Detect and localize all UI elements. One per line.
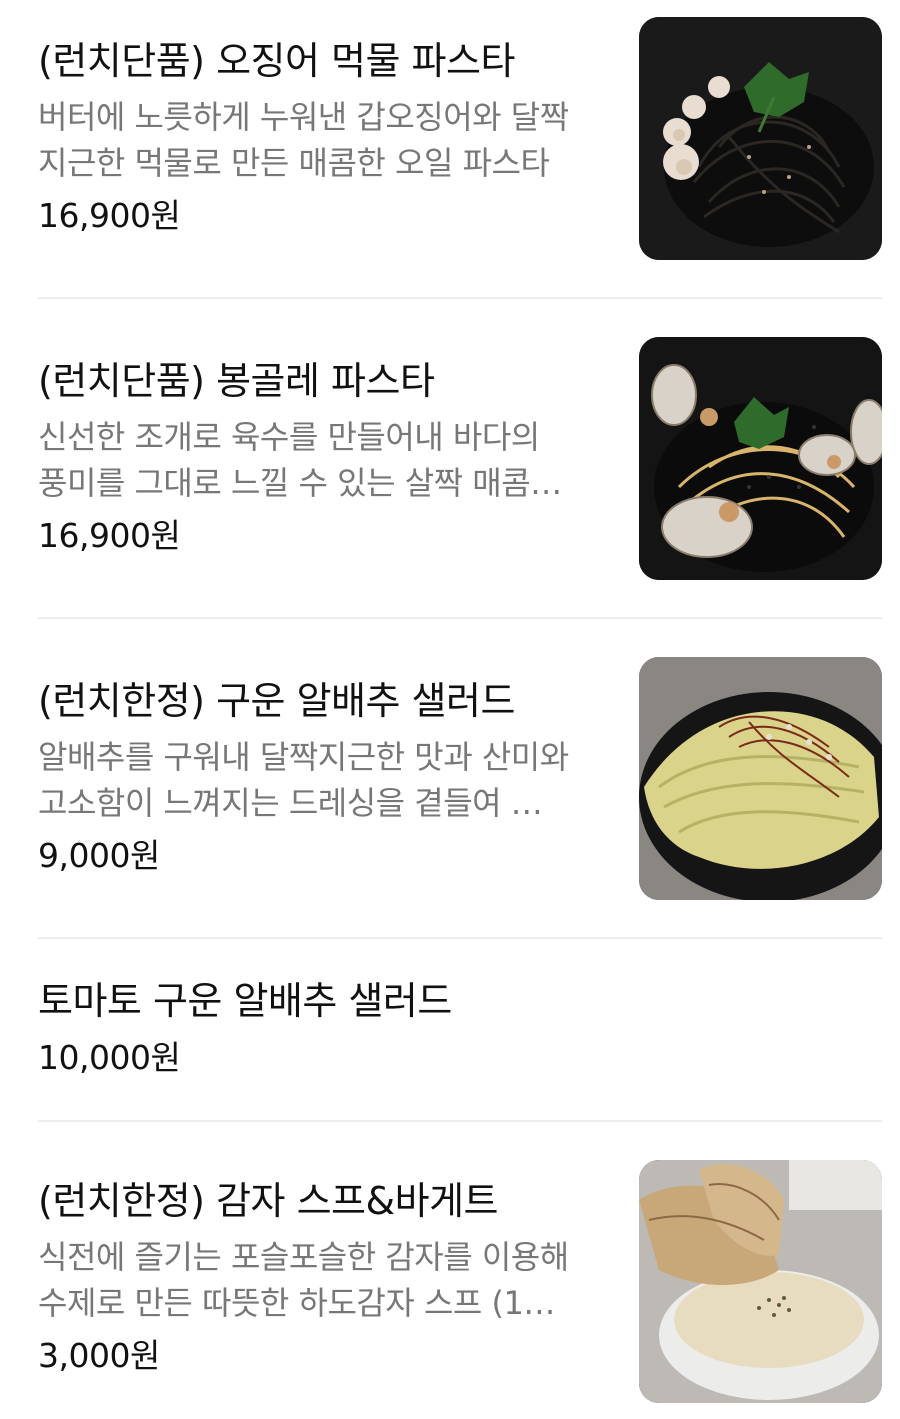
squid-ink-pasta-image [639,17,882,260]
menu-item-price: 10,000원 [38,1038,181,1077]
grilled-cabbage-salad-photo[interactable] [639,657,882,900]
menu-item-description-line: 식전에 즐기는 포슬포슬한 감자를 이용해 [38,1238,569,1276]
menu-item-name: (런치단품) 봉골레 파스타 [38,359,435,403]
menu-item-tomato-cabbage-salad[interactable]: 토마토 구운 알배추 샐러드 10,000원 [38,978,882,1088]
potato-soup-baguette-image [639,1160,882,1403]
menu-item-squid-ink-pasta[interactable]: (런치단품) 오징어 먹물 파스타 버터에 노릇하게 누워낸 갑오징어와 달짝 … [38,17,882,260]
menu-item-text: (런치단품) 오징어 먹물 파스타 버터에 노릇하게 누워낸 갑오징어와 달짝 … [38,38,613,238]
menu-item-description-line: 풍미를 그대로 느낄 수 있는 살짝 매콤… [38,464,562,502]
potato-soup-baguette-photo[interactable] [639,1160,882,1403]
menu-item-description: 알배추를 구워내 달짝지근한 맛과 산미와 고소함이 느껴지는 드레싱을 곁들여… [38,734,613,826]
menu-item-price: 16,900원 [38,516,181,555]
menu-item-description-line: 알배추를 구워내 달짝지근한 맛과 산미와 [38,738,569,776]
vongole-pasta-image [639,337,882,580]
menu-item-vongole-pasta[interactable]: (런치단품) 봉골레 파스타 신선한 조개로 육수를 만들어내 바다의 풍미를 … [38,337,882,580]
divider [38,1120,882,1122]
menu-item-name: (런치단품) 오징어 먹물 파스타 [38,39,515,83]
menu-item-name: (런치한정) 감자 스프&바게트 [38,1179,499,1223]
menu-item-description: 버터에 노릇하게 누워낸 갑오징어와 달짝 지근한 먹물로 만든 매콤한 오일 … [38,94,613,186]
menu-item-description-line: 신선한 조개로 육수를 만들어내 바다의 [38,418,540,456]
menu-item-text: (런치단품) 봉골레 파스타 신선한 조개로 육수를 만들어내 바다의 풍미를 … [38,358,613,558]
menu-item-description-line: 고소함이 느껴지는 드레싱을 곁들여 … [38,784,543,822]
menu-item-description: 식전에 즐기는 포슬포슬한 감자를 이용해 수제로 만든 따뜻한 하도감자 스프… [38,1234,613,1326]
menu-item-description-line: 버터에 노릇하게 누워낸 갑오징어와 달짝 [38,98,569,136]
menu-item-name: 토마토 구운 알배추 샐러드 [38,979,452,1023]
divider [38,617,882,619]
menu-item-text: 토마토 구운 알배추 샐러드 10,000원 [38,978,613,1080]
menu-item-grilled-cabbage-salad[interactable]: (런치한정) 구운 알배추 샐러드 알배추를 구워내 달짝지근한 맛과 산미와 … [38,657,882,900]
menu-item-description-line: 수제로 만든 따뜻한 하도감자 스프 (1… [38,1284,555,1322]
menu-item-text: (런치한정) 구운 알배추 샐러드 알배추를 구워내 달짝지근한 맛과 산미와 … [38,678,613,878]
menu-item-description: 신선한 조개로 육수를 만들어내 바다의 풍미를 그대로 느낄 수 있는 살짝 … [38,414,613,506]
squid-ink-pasta-photo[interactable] [639,17,882,260]
menu-item-name: (런치한정) 구운 알배추 샐러드 [38,679,515,723]
vongole-pasta-photo[interactable] [639,337,882,580]
menu-item-potato-soup-baguette[interactable]: (런치한정) 감자 스프&바게트 식전에 즐기는 포슬포슬한 감자를 이용해 수… [38,1160,882,1403]
divider [38,297,882,299]
divider [38,937,882,939]
menu-list: (런치단품) 오징어 먹물 파스타 버터에 노릇하게 누워낸 갑오징어와 달짝 … [0,0,900,1419]
grilled-cabbage-salad-image [639,657,882,900]
menu-item-text: (런치한정) 감자 스프&바게트 식전에 즐기는 포슬포슬한 감자를 이용해 수… [38,1178,613,1378]
menu-item-price: 16,900원 [38,196,181,235]
menu-item-price: 3,000원 [38,1336,160,1375]
menu-item-price: 9,000원 [38,836,160,875]
menu-item-description-line: 지근한 먹물로 만든 매콤한 오일 파스타 [38,144,550,182]
